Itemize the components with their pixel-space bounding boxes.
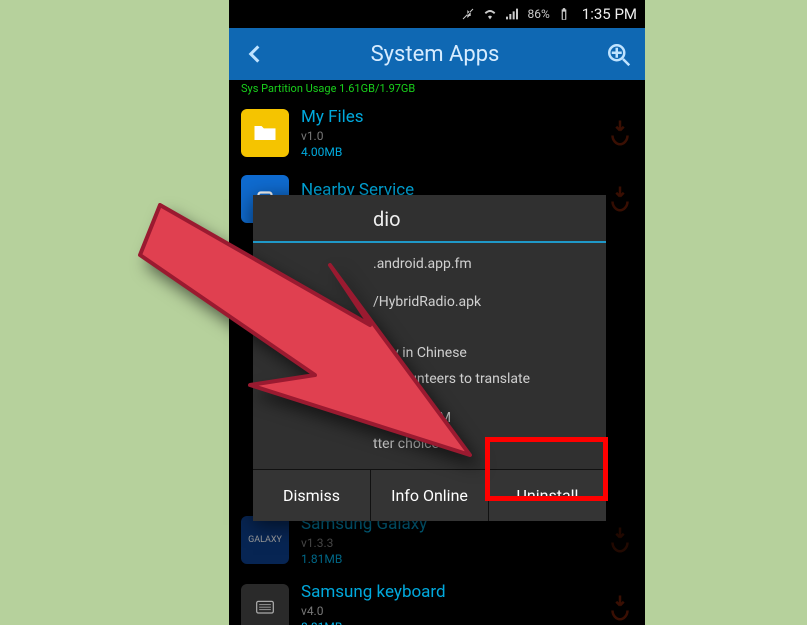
- keyboard-icon: [241, 584, 289, 625]
- tap-gesture-icon: [605, 118, 635, 148]
- dialog-note: only in Chinese: [373, 342, 592, 364]
- partition-usage: Sys Partition Usage 1.61GB/1.97GB: [229, 80, 645, 99]
- clock: 1:35 PM: [582, 5, 637, 23]
- dialog-title: dio: [253, 195, 606, 243]
- dialog-note: or Volunteers to translate: [373, 368, 592, 390]
- dismiss-button[interactable]: Dismiss: [253, 469, 370, 521]
- battery-percent: 86%: [528, 7, 550, 21]
- app-size: 8.81MB: [301, 620, 446, 625]
- status-bar: 86% 1:35 PM: [229, 0, 645, 28]
- page-title: System Apps: [271, 42, 599, 67]
- tap-gesture-icon: [605, 593, 635, 623]
- app-version: v1.0: [301, 129, 364, 143]
- galaxy-icon: GALAXY: [241, 516, 289, 564]
- dialog-note: current ROM: [373, 407, 592, 429]
- app-row-keyboard[interactable]: Samsung keyboard v4.0 8.81MB: [229, 574, 645, 625]
- app-name: Samsung keyboard: [301, 582, 446, 602]
- tap-gesture-icon: [605, 525, 635, 555]
- dialog-body: .android.app.fm /HybridRadio.apk only in…: [253, 243, 606, 469]
- mute-icon: [460, 6, 476, 22]
- app-name: My Files: [301, 107, 364, 127]
- folder-icon: [241, 109, 289, 157]
- dialog-note: tter choice: [373, 433, 592, 455]
- battery-icon: [556, 6, 572, 22]
- dialog-button-row: Dismiss Info Online Uninstall: [253, 469, 606, 521]
- dialog-apk-path: /HybridRadio.apk: [373, 291, 592, 313]
- uninstall-button[interactable]: Uninstall: [488, 469, 606, 521]
- app-version: v1.3.3: [301, 536, 427, 550]
- dialog-package: .android.app.fm: [373, 253, 592, 275]
- tap-gesture-icon: [605, 184, 635, 214]
- title-bar: System Apps: [229, 28, 645, 80]
- back-button[interactable]: [237, 37, 271, 71]
- search-button[interactable]: [599, 35, 637, 73]
- app-size: 4.00MB: [301, 145, 364, 159]
- signal-icon: [504, 6, 520, 22]
- wifi-icon: [482, 6, 498, 22]
- app-row-myfiles[interactable]: My Files v1.0 4.00MB: [229, 99, 645, 167]
- app-info-dialog: dio .android.app.fm /HybridRadio.apk onl…: [253, 195, 606, 521]
- app-version: v4.0: [301, 604, 446, 618]
- app-size: 1.81MB: [301, 552, 427, 566]
- info-online-button[interactable]: Info Online: [370, 469, 488, 521]
